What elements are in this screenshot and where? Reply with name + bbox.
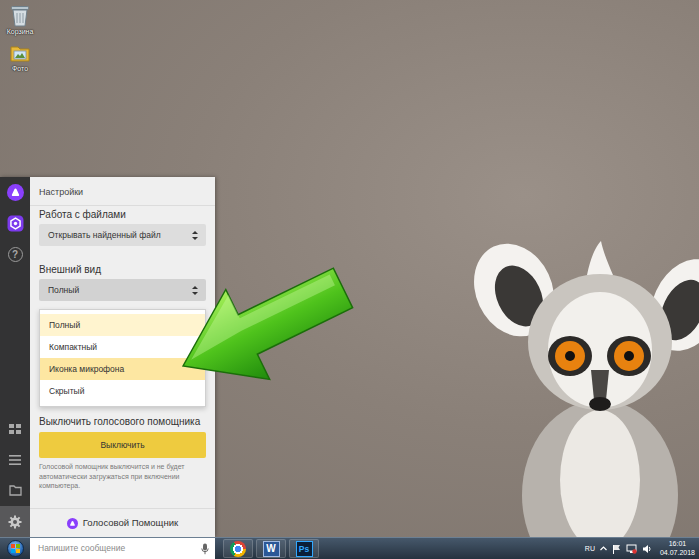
- taskbar: W Ps RU 16:0104.07.2018: [0, 537, 699, 559]
- appearance-label: Внешний вид: [39, 263, 206, 276]
- dropdown-option[interactable]: Полный: [40, 314, 205, 336]
- recycle-bin-icon: [9, 3, 31, 27]
- dropdown-option[interactable]: Иконка микрофона: [40, 358, 205, 380]
- chrome-icon: [230, 541, 246, 557]
- apps-icon: [7, 215, 24, 232]
- windows-logo-icon: [7, 540, 24, 557]
- assistant-window: ? Настройки Работа с файлами Открывать найд…: [0, 177, 215, 537]
- clock-time: 16:01: [669, 540, 687, 549]
- dropdown-option[interactable]: Скрытый: [40, 380, 205, 402]
- appearance-select[interactable]: Полный: [39, 279, 206, 301]
- sidebar-item[interactable]: ?: [0, 239, 30, 270]
- taskbar-app[interactable]: Ps: [289, 539, 319, 558]
- help-icon: ?: [8, 247, 23, 262]
- desktop-icon[interactable]: Фото: [3, 42, 37, 73]
- system-tray: RU 16:0104.07.2018: [585, 538, 699, 559]
- dropdown-option-label: Иконка микрофона: [40, 358, 205, 380]
- alice-icon: [7, 184, 24, 201]
- appearance-select-value: Полный: [48, 285, 79, 295]
- taskbar-app[interactable]: W: [256, 539, 286, 558]
- alice-icon: [67, 518, 78, 529]
- dropdown-option[interactable]: Компактный: [40, 336, 205, 358]
- files-select-value: Открывать найденный файл: [48, 230, 161, 240]
- dropdown-menu-list: ПолныйКомпактныйИконка микрофонаСкрытый: [39, 309, 206, 407]
- desktop-icons: Корзина Фото: [3, 3, 37, 73]
- action-center-flag-icon: [612, 544, 621, 554]
- language-indicator[interactable]: RU: [585, 544, 595, 553]
- photoshop-icon: Ps: [296, 541, 313, 557]
- settings-title: Настройки: [30, 177, 215, 206]
- disable-label: Выключить голосового помощника: [39, 415, 206, 428]
- microphone-icon: [201, 543, 209, 555]
- message-input[interactable]: [38, 542, 201, 555]
- disable-button[interactable]: Выключить: [39, 432, 206, 458]
- network-icon: [626, 544, 637, 554]
- assistant-sidebar: ?: [0, 177, 30, 537]
- desktop-icon-label: Корзина: [7, 27, 34, 36]
- footer-label: Голосовой Помощник: [83, 516, 178, 530]
- sidebar-item[interactable]: [0, 177, 30, 208]
- sidebar-item[interactable]: [0, 475, 30, 506]
- start-button[interactable]: [0, 538, 30, 559]
- volume-icon: [642, 544, 652, 554]
- clock[interactable]: 16:0104.07.2018: [657, 540, 695, 557]
- dropdown-option-label: Полный: [40, 314, 205, 336]
- grid-icon: [9, 424, 21, 434]
- sidebar-item[interactable]: [0, 413, 30, 444]
- folder-icon: [9, 485, 22, 496]
- taskbar-app[interactable]: [223, 539, 253, 558]
- sidebar-item[interactable]: [0, 506, 30, 537]
- chevron-icon: [192, 286, 198, 295]
- message-field[interactable]: [30, 538, 215, 559]
- settings-body: Работа с файлами Открывать найденный файл…: [30, 206, 215, 508]
- dropdown-option-label: Скрытый: [40, 380, 205, 402]
- files-select[interactable]: Открывать найденный файл: [39, 224, 206, 246]
- desktop: Корзина Фото? Настройки Работа с файлами Отк…: [0, 0, 699, 559]
- desktop-icon[interactable]: Корзина: [3, 3, 37, 36]
- gear-icon: [8, 515, 22, 529]
- taskbar-apps: W Ps: [223, 538, 319, 559]
- appearance-dropdown[interactable]: ПолныйПолныйКомпактныйИконка микрофонаСк…: [39, 279, 206, 301]
- dropdown-option-label: Компактный: [40, 336, 205, 358]
- assistant-footer[interactable]: Голосовой Помощник: [30, 508, 215, 537]
- arrow-icon: [0, 0, 699, 559]
- files-label: Работа с файлами: [39, 208, 206, 221]
- sidebar-item[interactable]: [0, 444, 30, 475]
- folder-icon: [9, 42, 31, 64]
- list-icon: [9, 455, 21, 465]
- word-icon: W: [263, 541, 280, 557]
- settings-panel: Настройки Работа с файлами Открывать найде…: [30, 177, 215, 537]
- sidebar-item[interactable]: [0, 208, 30, 239]
- desktop-icon-label: Фото: [12, 64, 28, 73]
- show-hidden-icon: [600, 545, 607, 552]
- chevron-icon: [192, 231, 198, 240]
- wallpaper-photo: [469, 230, 699, 537]
- arrow-annotation: [0, 0, 699, 559]
- clock-date: 04.07.2018: [660, 549, 695, 558]
- disable-note: Голосовой помощник выключится и не будет…: [39, 462, 206, 491]
